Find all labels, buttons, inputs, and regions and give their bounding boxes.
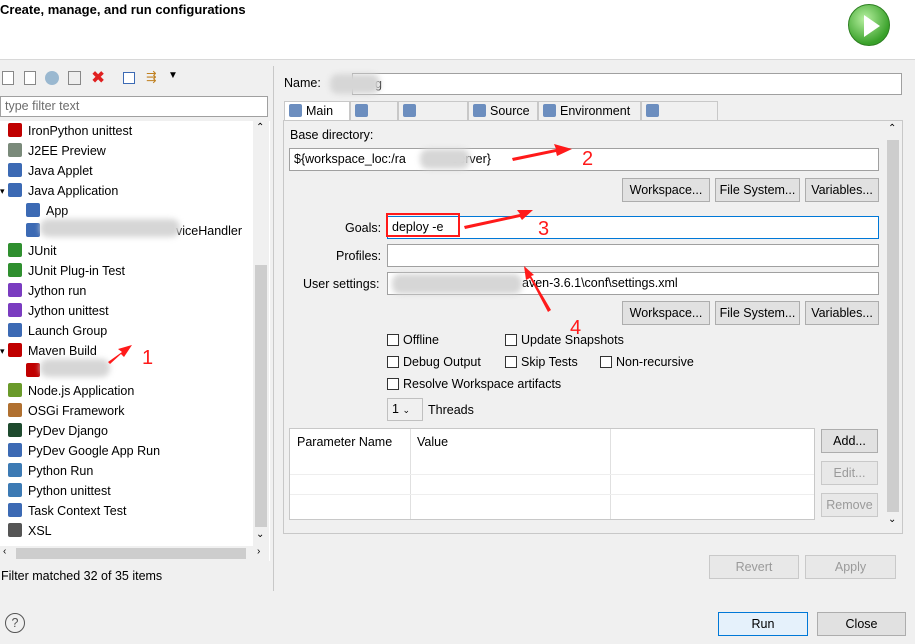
annotation-3: 3 — [538, 218, 549, 240]
goals-highlight-box — [386, 213, 460, 237]
annotation-4: 4 — [570, 317, 581, 339]
annotation-2: 2 — [582, 148, 593, 170]
annotation-overlay: 1 2 3 4 — [108, 144, 593, 369]
annotation-1: 1 — [142, 347, 153, 369]
annotation-arrows — [108, 144, 572, 364]
